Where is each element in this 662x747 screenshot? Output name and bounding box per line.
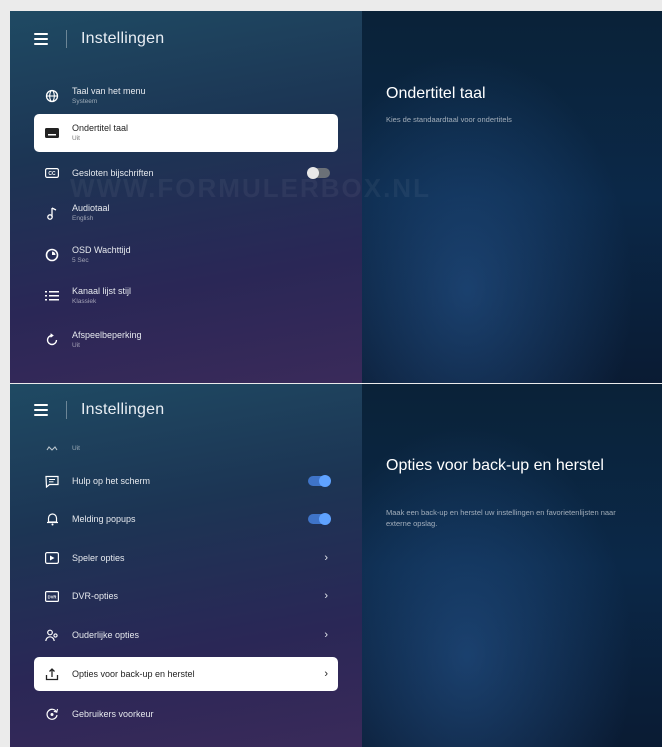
menu-item-channel-list-style[interactable]: Kanaal lijst stijl Klassiek [34, 277, 338, 315]
item-label: Opties voor back-up en herstel [72, 668, 195, 679]
parental-icon [42, 625, 62, 645]
item-label: Gebruikers voorkeur [72, 708, 154, 719]
notification-popups-toggle[interactable] [308, 513, 331, 525]
item-value: 5 Sec [72, 256, 89, 264]
user-preferences-icon [42, 704, 62, 724]
timer-icon [42, 245, 62, 265]
item-label: Taal van het menu [72, 85, 146, 96]
header: Instellingen [10, 384, 362, 436]
item-label: Melding popups [72, 513, 136, 524]
item-value: Systeem [72, 97, 98, 105]
player-icon [42, 548, 62, 568]
dvr-icon: DVR [42, 586, 62, 606]
page-title: Instellingen [81, 401, 165, 418]
item-value: Uit [72, 341, 80, 349]
item-label: Hulp op het scherm [72, 475, 151, 486]
chevron-right-icon: › [324, 590, 328, 602]
menu-icon[interactable] [34, 33, 48, 45]
bell-icon [42, 509, 62, 529]
detail-description: Kies de standaardtaal voor ondertitels [386, 115, 512, 124]
globe-icon [42, 86, 62, 106]
menu-item-user-preferences[interactable]: Gebruikers voorkeur [34, 695, 338, 733]
closed-captions-icon: CC [42, 163, 62, 183]
music-note-icon [42, 203, 62, 223]
menu-item-osd-timeout[interactable]: OSD Wachttijd 5 Sec [34, 236, 338, 274]
backup-icon [42, 664, 62, 684]
menu-item-dvr-options[interactable]: DVR DVR-opties › [34, 577, 338, 615]
item-label: Ouderlijke opties [72, 629, 140, 640]
svg-text:CC: CC [48, 171, 56, 177]
svg-text:DVR: DVR [48, 594, 57, 599]
chevron-right-icon: › [324, 629, 328, 641]
menu-item-player-options[interactable]: Speler opties › [34, 539, 338, 577]
detail-title: Ondertitel taal [386, 85, 486, 102]
menu-item-notification-popups[interactable]: Melding popups [34, 500, 338, 538]
refresh-icon [42, 330, 62, 350]
item-value: Klassiek [72, 297, 97, 305]
item-label: Audiotaal [72, 202, 110, 213]
divider [66, 30, 67, 48]
item-label: Speler opties [72, 552, 125, 563]
watermark: WWW.FORMULERBOX.NL [70, 173, 431, 203]
help-chat-icon [42, 471, 62, 491]
page-title: Instellingen [81, 30, 165, 47]
item-label: OSD Wachttijd [72, 244, 131, 255]
settings-menu: Instellingen Uit Hulp op het scherm Meld… [10, 384, 362, 747]
divider [66, 401, 67, 419]
detail-title: Opties voor back-up en herstel [386, 457, 604, 474]
settings-screen-top: Instellingen Taal van het menu Systeem O… [10, 11, 662, 383]
detail-description: Maak een back-up en herstel uw instellin… [386, 508, 616, 528]
item-value: Uit [72, 445, 80, 452]
partial-item-icon [42, 439, 62, 459]
menu-item-menu-language[interactable]: Taal van het menu Systeem [34, 77, 338, 115]
item-value: Uit [72, 134, 80, 142]
menu-icon[interactable] [34, 404, 48, 416]
settings-screen-bottom: Instellingen Uit Hulp op het scherm Meld… [10, 384, 662, 747]
menu-item-playback-restriction[interactable]: Afspeelbeperking Uit [34, 321, 338, 359]
on-screen-help-toggle[interactable] [308, 475, 331, 487]
menu-item-backup-restore[interactable]: Opties voor back-up en herstel › [34, 657, 338, 691]
detail-panel: Opties voor back-up en herstel Maak een … [362, 384, 662, 747]
item-label: Kanaal lijst stijl [72, 285, 132, 296]
item-label: Ondertitel taal [72, 122, 129, 133]
subtitles-icon [42, 123, 62, 143]
item-value: English [72, 214, 94, 222]
menu-item-subtitle-language[interactable]: Ondertitel taal Uit [34, 114, 338, 152]
menu-item-partial[interactable]: Uit [34, 436, 338, 462]
item-label: DVR-opties [72, 590, 119, 601]
chevron-right-icon: › [324, 552, 328, 564]
menu-item-parental-options[interactable]: Ouderlijke opties › [34, 616, 338, 654]
header: Instellingen [10, 11, 362, 67]
item-label: Afspeelbeperking [72, 329, 142, 340]
list-icon [42, 286, 62, 306]
menu-item-on-screen-help[interactable]: Hulp op het scherm [34, 462, 338, 500]
chevron-right-icon: › [324, 668, 328, 680]
